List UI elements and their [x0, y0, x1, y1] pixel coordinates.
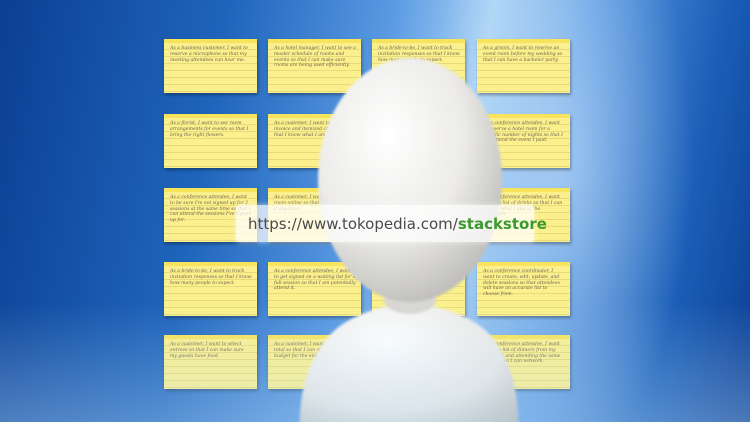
url-banner[interactable]: https://www.tokopedia.com/stackstore: [236, 205, 547, 242]
url-store-path: stackstore: [457, 214, 547, 233]
slide-background: As a business customer, I want to reserv…: [0, 0, 750, 422]
store-url[interactable]: https://www.tokopedia.com/stackstore: [248, 215, 547, 233]
url-domain: https://www.tokopedia.com/: [248, 214, 458, 233]
